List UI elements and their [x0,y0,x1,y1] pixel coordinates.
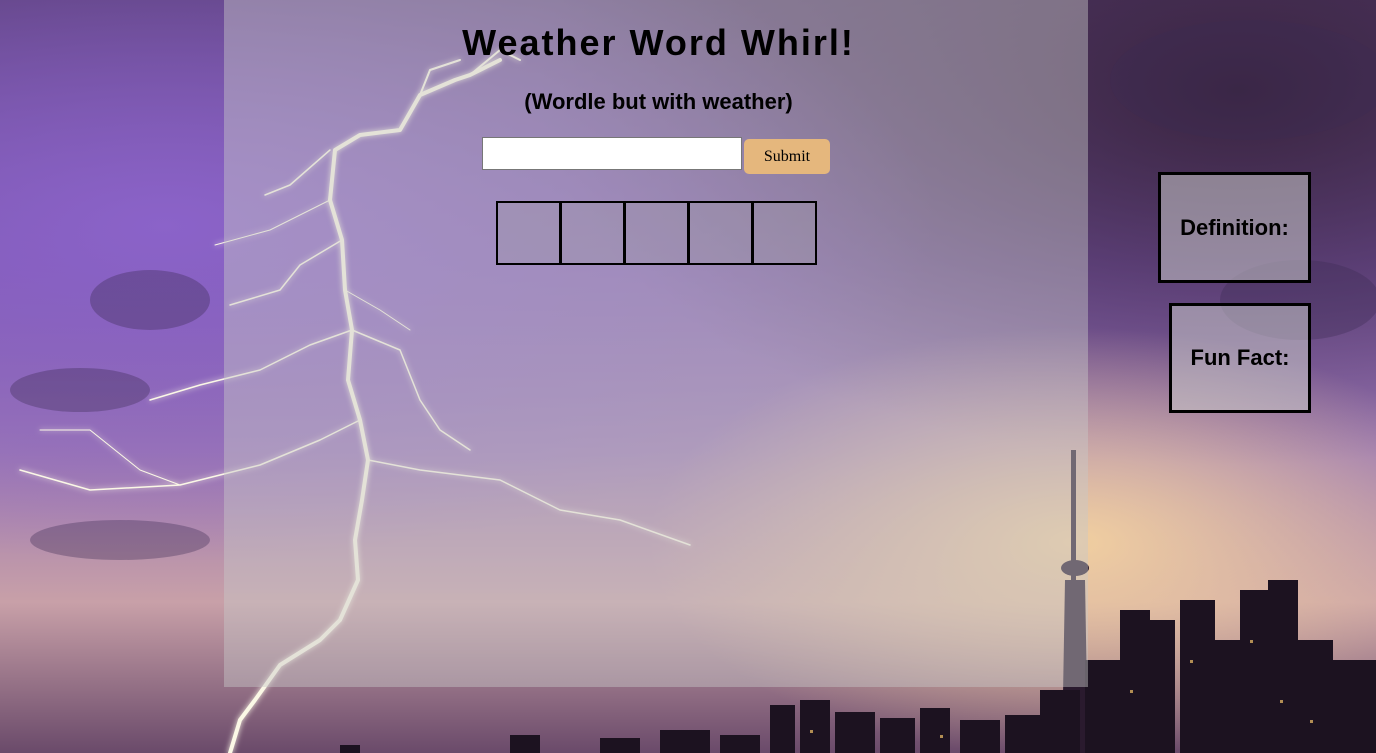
letter-tile-3 [624,201,689,265]
letter-tile-4 [688,201,753,265]
letter-tile-5 [752,201,817,265]
definition-box: Definition: [1158,172,1311,283]
game-panel: Weather Word Whirl! (Wordle but with wea… [224,0,1088,687]
fun-fact-box: Fun Fact: [1169,303,1311,413]
letter-tile-row [496,201,817,265]
submit-button[interactable]: Submit [744,139,830,174]
guess-input[interactable] [482,137,742,170]
page-title: Weather Word Whirl! [462,22,855,63]
letter-tile-1 [496,201,561,265]
fun-fact-label: Fun Fact: [1190,345,1290,370]
definition-label: Definition: [1180,214,1289,240]
letter-tile-2 [560,201,625,265]
page-subtitle: (Wordle but with weather) [524,89,793,114]
